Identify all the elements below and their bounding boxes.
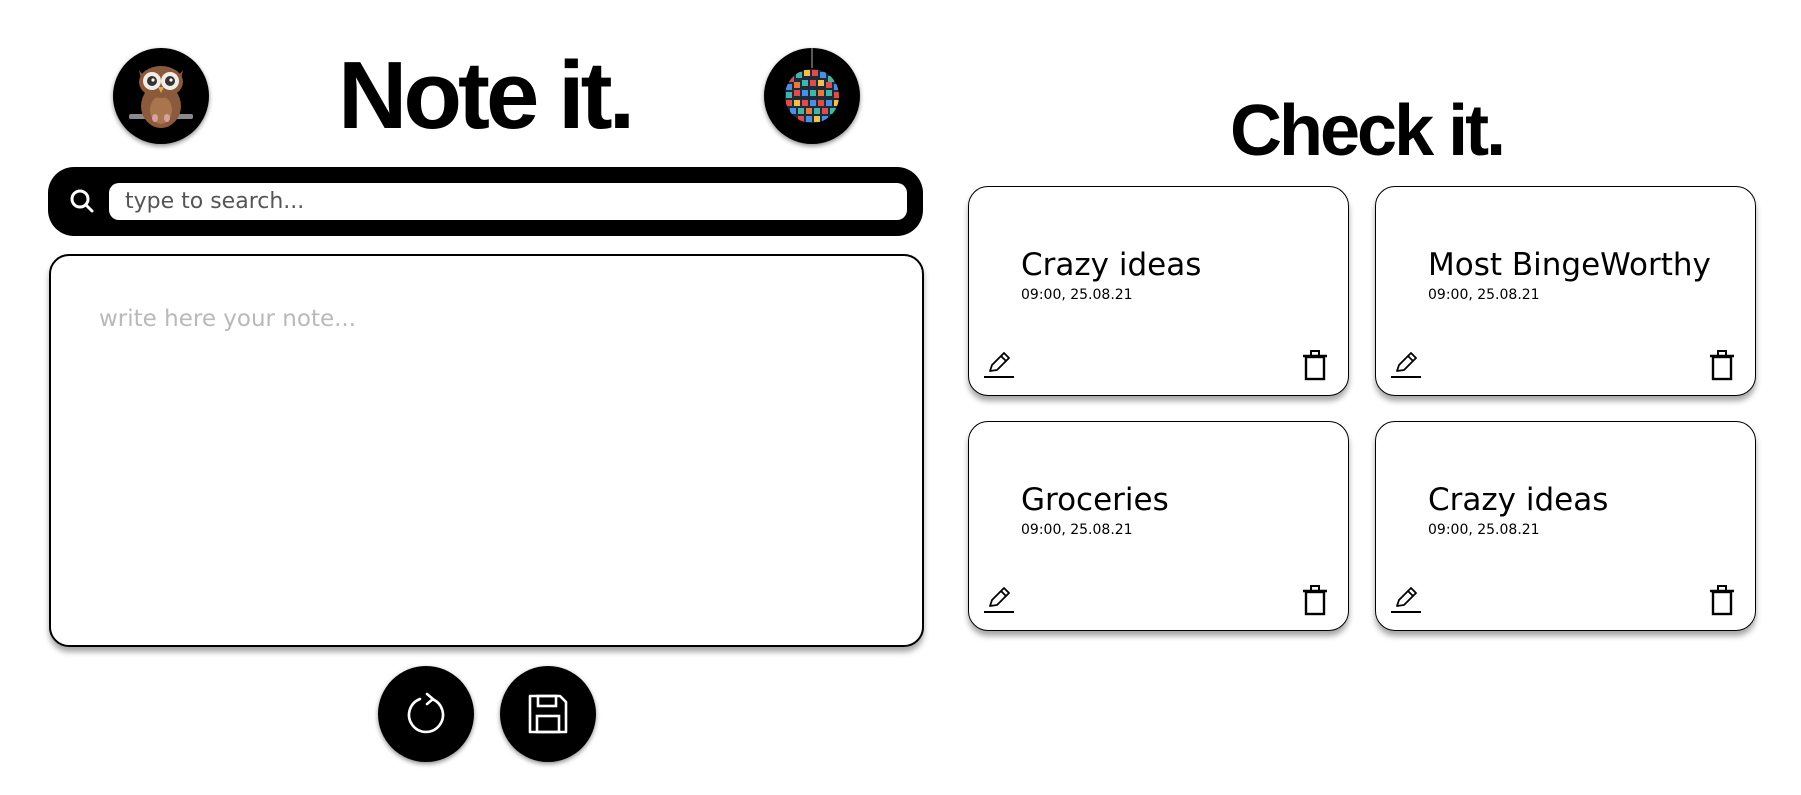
- check-title: Check it.: [1230, 91, 1506, 171]
- note-card-timestamp: 09:00, 25.08.21: [1428, 522, 1540, 538]
- note-card[interactable]: Most BingeWorthy 09:00, 25.08.21: [1375, 186, 1756, 396]
- search-icon[interactable]: [66, 185, 98, 217]
- note-card[interactable]: Crazy ideas 09:00, 25.08.21: [1375, 421, 1756, 631]
- note-card-timestamp: 09:00, 25.08.21: [1021, 522, 1133, 538]
- owl-avatar[interactable]: [113, 48, 209, 144]
- note-editor[interactable]: [49, 254, 924, 647]
- note-card-content: Groceries 09:00, 25.08.21: [1021, 422, 1321, 582]
- note-card-title: Most BingeWorthy: [1428, 247, 1711, 283]
- note-card-content: Crazy ideas 09:00, 25.08.21: [1021, 187, 1321, 347]
- refresh-icon: [407, 692, 445, 734]
- note-card-timestamp: 09:00, 25.08.21: [1021, 287, 1133, 303]
- note-title: Note it.: [338, 42, 635, 149]
- trash-icon[interactable]: [1707, 349, 1737, 381]
- pencil-icon[interactable]: [1389, 582, 1423, 616]
- disco-avatar[interactable]: [764, 48, 860, 144]
- trash-icon[interactable]: [1707, 584, 1737, 616]
- search-input[interactable]: [109, 183, 907, 220]
- disco-ball-icon: [785, 48, 839, 123]
- note-card[interactable]: Crazy ideas 09:00, 25.08.21: [968, 186, 1349, 396]
- note-card-content: Crazy ideas 09:00, 25.08.21: [1428, 422, 1728, 582]
- save-icon: [528, 694, 568, 734]
- refresh-button[interactable]: [378, 666, 474, 762]
- pencil-icon[interactable]: [982, 347, 1016, 381]
- note-card[interactable]: Groceries 09:00, 25.08.21: [968, 421, 1349, 631]
- pencil-icon[interactable]: [982, 582, 1016, 616]
- note-card-content: Most BingeWorthy 09:00, 25.08.21: [1428, 187, 1728, 347]
- note-card-timestamp: 09:00, 25.08.21: [1428, 287, 1540, 303]
- note-card-title: Crazy ideas: [1428, 482, 1609, 518]
- app-root: Note it. type to search... write here yo…: [0, 0, 1801, 795]
- trash-icon[interactable]: [1300, 349, 1330, 381]
- search-bar: [48, 167, 923, 236]
- note-card-title: Crazy ideas: [1021, 247, 1202, 283]
- pencil-icon[interactable]: [1389, 347, 1423, 381]
- owl-icon: [129, 66, 193, 128]
- note-card-title: Groceries: [1021, 482, 1169, 518]
- trash-icon[interactable]: [1300, 584, 1330, 616]
- save-button[interactable]: [500, 666, 596, 762]
